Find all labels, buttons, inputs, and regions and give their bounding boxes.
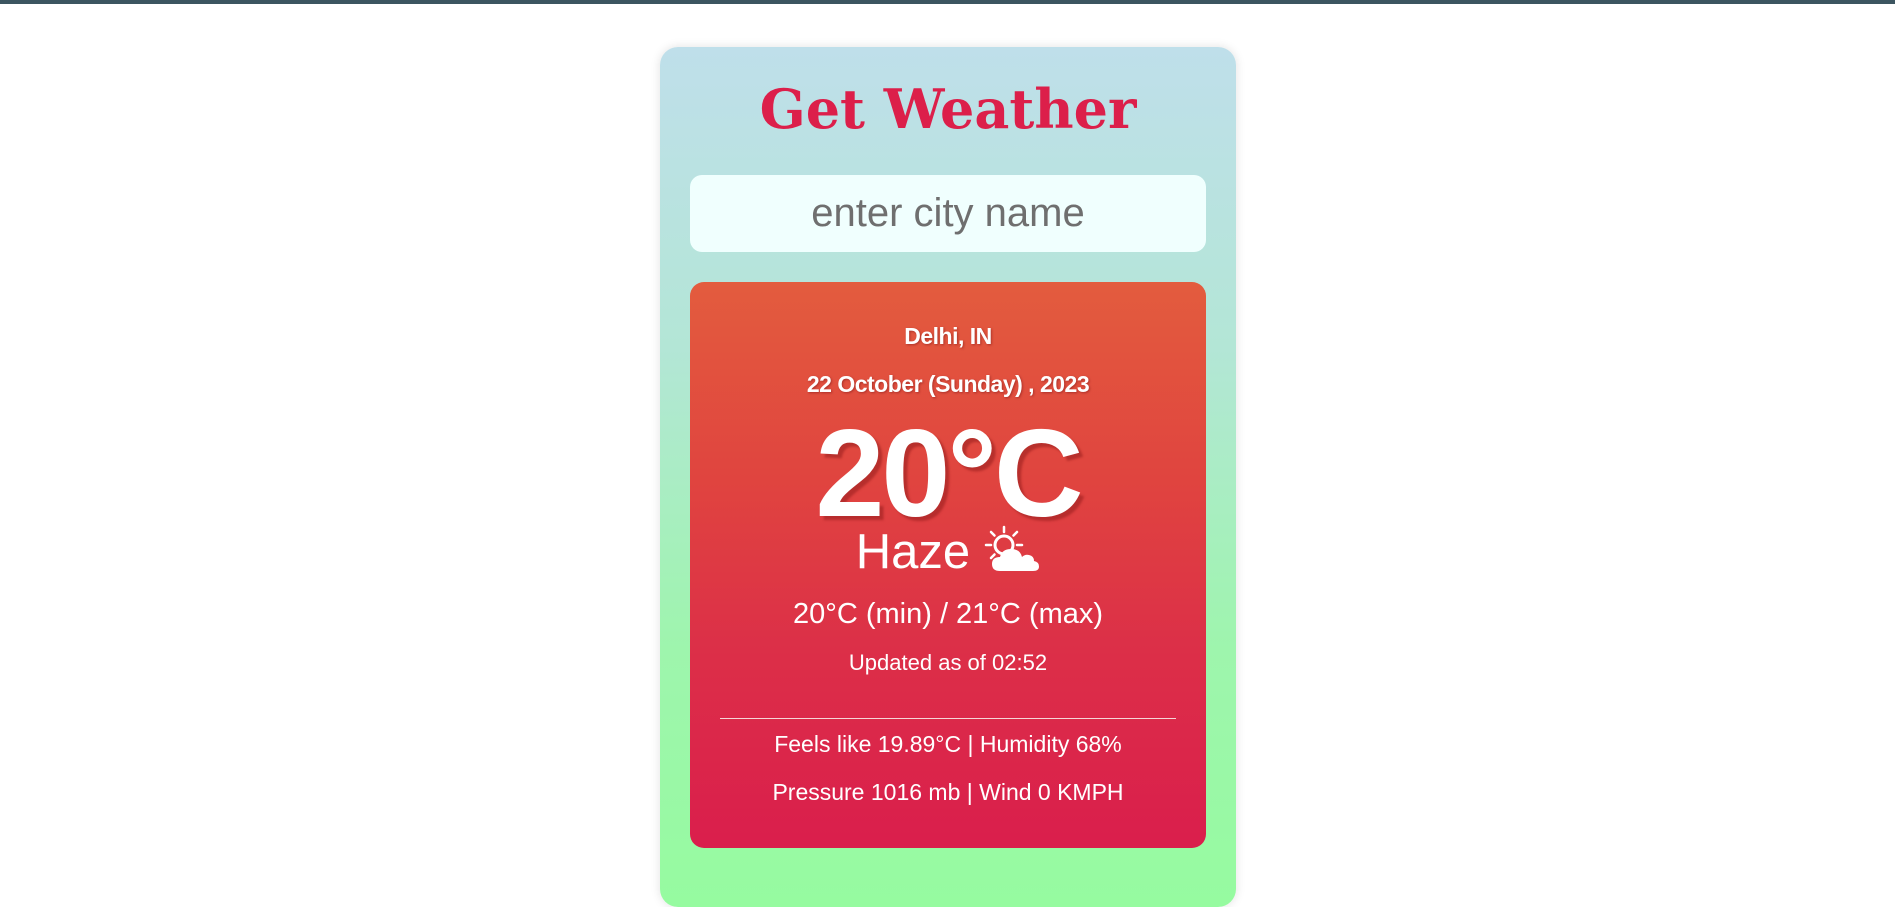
feels-like-humidity: Feels like 19.89°C | Humidity 68%	[774, 731, 1122, 757]
weather-card: Get Weather Delhi, IN 22 October (Sunday…	[660, 47, 1236, 907]
top-border	[0, 0, 1895, 4]
updated-time: Updated as of 02:52	[848, 650, 1048, 675]
condition-row: Haze	[690, 522, 1206, 582]
condition-label: Haze	[855, 525, 971, 579]
city-search-input[interactable]	[690, 175, 1206, 252]
weather-result-panel: Delhi, IN 22 October (Sunday) , 2023 20°…	[690, 282, 1206, 848]
pressure-wind: Pressure 1016 mb | Wind 0 KMPH	[772, 779, 1124, 805]
divider	[720, 718, 1176, 719]
date-label: 22 October (Sunday) , 2023	[806, 371, 1090, 397]
min-max-temperature: 20°C (min) / 21°C (max)	[792, 598, 1104, 630]
location-label: Delhi, IN	[904, 323, 992, 349]
sun-behind-cloud-icon	[984, 525, 1040, 580]
app-title: Get Weather	[759, 77, 1137, 141]
